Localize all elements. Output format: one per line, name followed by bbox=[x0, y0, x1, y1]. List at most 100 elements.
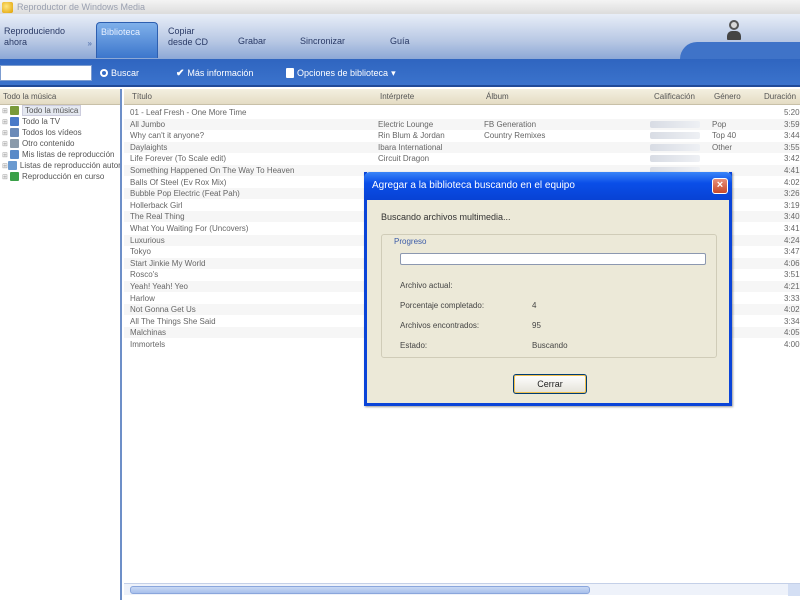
rating-stars[interactable] bbox=[650, 143, 700, 151]
rating-stars[interactable] bbox=[650, 132, 700, 140]
tree-item-label: Todo la música bbox=[22, 105, 82, 116]
library-tree-item[interactable]: ⊞ Reproducción en curso bbox=[0, 171, 120, 182]
cell-title: Life Forever (To Scale edit) bbox=[130, 154, 227, 164]
column-artist[interactable]: Intérprete bbox=[380, 92, 414, 101]
tree-item-label: Otro contenido bbox=[22, 139, 75, 148]
rating-stars[interactable] bbox=[650, 155, 700, 163]
progress-group-label: Progreso bbox=[394, 237, 427, 246]
library-tree-item[interactable]: ⊞ Mis listas de reproducción bbox=[0, 149, 120, 160]
cell-title: All The Things She Said bbox=[130, 316, 216, 326]
cell-album: FB Generation bbox=[484, 119, 537, 129]
cell-genre: Pop bbox=[712, 119, 727, 129]
cell-length: 3:33 bbox=[784, 293, 800, 303]
tree-item-label: Mis listas de reproducción bbox=[22, 150, 115, 159]
cell-title: All Jumbo bbox=[130, 119, 166, 129]
progress-bar bbox=[400, 253, 706, 265]
cell-length: 4:02 bbox=[784, 177, 800, 187]
list-header: Título Intérprete Álbum Calificación Gén… bbox=[124, 89, 800, 105]
cell-length: 3:51 bbox=[784, 270, 800, 280]
expand-icon[interactable]: ⊞ bbox=[2, 140, 10, 148]
library-tree-item[interactable]: ⊞ Listas de reproducción automática bbox=[0, 160, 120, 171]
document-icon bbox=[286, 68, 294, 78]
cell-length: 5:20 bbox=[784, 108, 800, 117]
category-icon bbox=[10, 172, 19, 181]
tab-library[interactable]: Biblioteca bbox=[96, 22, 158, 58]
library-tree-item[interactable]: ⊞ Todo la música bbox=[0, 105, 120, 116]
expand-icon[interactable]: ⊞ bbox=[2, 173, 10, 181]
cell-genre: Top 40 bbox=[712, 131, 737, 141]
cell-artist: Circuit Dragon bbox=[378, 154, 430, 164]
library-tree-item[interactable]: ⊞ Otro contenido bbox=[0, 138, 120, 149]
cell-title: Immortels bbox=[130, 340, 166, 349]
cell-length: 3:59 bbox=[784, 119, 800, 129]
dialog-status: Buscando archivos multimedia... bbox=[381, 212, 511, 222]
tab-strip-curve bbox=[680, 42, 800, 59]
cell-length: 3:42 bbox=[784, 154, 800, 164]
rating-stars[interactable] bbox=[650, 120, 700, 128]
library-tree-item[interactable]: ⊞ Todos los vídeos bbox=[0, 127, 120, 138]
table-row[interactable]: Life Forever (To Scale edit) Circuit Drag… bbox=[124, 153, 800, 164]
cell-title: Hollerback Girl bbox=[130, 200, 183, 210]
checkmark-icon: ✔ bbox=[176, 67, 185, 79]
table-row[interactable]: All Jumbo Electric Lounge FB Generation Pop… bbox=[124, 118, 800, 130]
horizontal-scrollbar[interactable] bbox=[124, 583, 800, 596]
cell-length: 3:26 bbox=[784, 189, 800, 199]
cell-artist: Rin Blum & Jordan bbox=[378, 131, 445, 141]
cell-length: 4:05 bbox=[784, 328, 800, 338]
cell-length: 3:47 bbox=[784, 247, 800, 257]
library-tree-item[interactable]: ⊞ Todo la TV bbox=[0, 116, 120, 127]
expand-icon[interactable]: ⊞ bbox=[2, 151, 10, 159]
cell-artist: Ibara International bbox=[378, 142, 443, 152]
expand-icon[interactable]: ⊞ bbox=[2, 162, 8, 170]
table-row[interactable]: Why can't it anyone? Rin Blum & Jordan Cou… bbox=[124, 130, 800, 141]
column-rating[interactable]: Calificación bbox=[654, 92, 695, 101]
tab-arrow-icon[interactable]: » bbox=[88, 38, 92, 49]
search-button[interactable]: Buscar bbox=[100, 65, 139, 81]
column-genre[interactable]: Género bbox=[714, 92, 741, 101]
tab-now-playing[interactable]: Reproduciendo ahora» bbox=[0, 22, 92, 58]
library-tree-pane: Todo la música ⊞ Todo la música ⊞ Todo la T… bbox=[0, 89, 122, 600]
more-info-button[interactable]: ✔ Más información bbox=[176, 65, 253, 81]
cell-title: 01 - Leaf Fresh - One More Time bbox=[130, 108, 247, 117]
search-input[interactable] bbox=[0, 65, 92, 81]
files-found-label: Archivos encontrados: bbox=[400, 321, 480, 330]
cell-title: Rosco's bbox=[130, 270, 159, 280]
current-file-label: Archivo actual: bbox=[400, 281, 453, 290]
category-icon bbox=[10, 139, 19, 148]
cell-length: 3:34 bbox=[784, 316, 800, 326]
status-label: Estado: bbox=[400, 341, 428, 350]
toolbar: Buscar ✔ Más información Opciones de bib… bbox=[0, 59, 800, 87]
close-icon[interactable]: × bbox=[712, 178, 728, 194]
expand-icon[interactable]: ⊞ bbox=[2, 118, 10, 126]
cell-title: The Real Thing bbox=[130, 212, 185, 222]
cell-title: Yeah! Yeah! Yeo bbox=[130, 282, 188, 291]
expand-icon[interactable]: ⊞ bbox=[2, 129, 10, 137]
column-album[interactable]: Álbum bbox=[486, 92, 509, 101]
user-icon[interactable] bbox=[726, 20, 742, 44]
column-title[interactable]: Título bbox=[132, 92, 152, 101]
percent-complete-value: 4 bbox=[532, 301, 537, 310]
close-button[interactable]: Cerrar bbox=[513, 374, 587, 394]
scroll-right-button[interactable] bbox=[788, 584, 800, 596]
library-options-button[interactable]: Opciones de biblioteca ▾ bbox=[286, 65, 396, 81]
table-row[interactable]: 01 - Leaf Fresh - One More Time 5:20 bbox=[124, 107, 800, 118]
cell-length: 3:44 bbox=[784, 131, 800, 141]
cell-album: Country Remixes bbox=[484, 131, 546, 141]
cell-title: Balls Of Steel (Ev Rox Mix) bbox=[130, 177, 227, 187]
tree-item-label: Todos los vídeos bbox=[22, 128, 82, 137]
tab-rip[interactable]: Copiar desde CD bbox=[164, 22, 224, 58]
expand-icon[interactable]: ⊞ bbox=[2, 107, 10, 115]
cell-title: Why can't it anyone? bbox=[130, 131, 205, 141]
scrollbar-thumb[interactable] bbox=[130, 586, 590, 594]
category-icon bbox=[10, 150, 19, 159]
table-row[interactable]: Daylaights Ibara International Other 3:55 bbox=[124, 141, 800, 153]
column-length[interactable]: Duración bbox=[764, 92, 796, 101]
cell-title: Something Happened On The Way To Heaven bbox=[130, 166, 295, 175]
tree-item-label: Todo la TV bbox=[22, 117, 61, 126]
dialog-title: Agregar a la biblioteca buscando en el e… bbox=[364, 172, 732, 200]
cell-length: 4:00 bbox=[784, 340, 800, 349]
cell-length: 3:40 bbox=[784, 212, 800, 222]
status-value: Buscando bbox=[532, 341, 568, 350]
cell-title: Not Gonna Get Us bbox=[130, 305, 196, 315]
cell-genre: Other bbox=[712, 142, 733, 152]
